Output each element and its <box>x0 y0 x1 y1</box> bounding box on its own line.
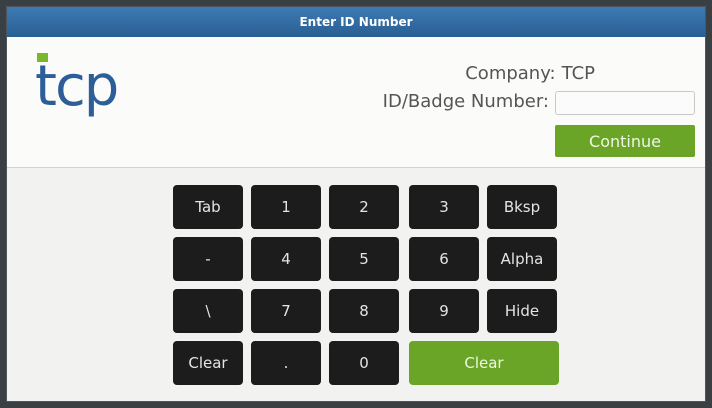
key-6[interactable]: 6 <box>409 237 479 281</box>
company-label: Company: <box>465 63 556 84</box>
continue-button[interactable]: Continue <box>555 125 695 157</box>
key-backslash[interactable]: \ <box>173 289 243 333</box>
company-line: Company: TCP <box>465 63 595 84</box>
dialog-title: Enter ID Number <box>7 7 705 37</box>
key-9[interactable]: 9 <box>409 289 479 333</box>
key-5[interactable]: 5 <box>329 237 399 281</box>
keypad: Tab 1 2 3 Bksp - 4 5 6 Alpha \ 7 8 9 Hid… <box>7 167 705 401</box>
key-alpha[interactable]: Alpha <box>487 237 557 281</box>
key-clear-small[interactable]: Clear <box>173 341 243 385</box>
id-badge-label: ID/Badge Number: <box>382 91 549 112</box>
key-8[interactable]: 8 <box>329 289 399 333</box>
key-4[interactable]: 4 <box>251 237 321 281</box>
key-tab[interactable]: Tab <box>173 185 243 229</box>
clear-button[interactable]: Clear <box>409 341 559 385</box>
id-badge-input[interactable] <box>555 91 695 115</box>
key-hide[interactable]: Hide <box>487 289 557 333</box>
enter-id-dialog: Enter ID Number tcp Company: TCP ID/Badge… <box>6 6 706 402</box>
key-dot[interactable]: . <box>251 341 321 385</box>
key-1[interactable]: 1 <box>251 185 321 229</box>
key-backspace[interactable]: Bksp <box>487 185 557 229</box>
company-value: TCP <box>561 63 595 84</box>
key-7[interactable]: 7 <box>251 289 321 333</box>
key-dash[interactable]: - <box>173 237 243 281</box>
key-2[interactable]: 2 <box>329 185 399 229</box>
key-3[interactable]: 3 <box>409 185 479 229</box>
key-0[interactable]: 0 <box>329 341 399 385</box>
header-panel: tcp Company: TCP ID/Badge Number: Continu… <box>7 37 705 168</box>
tcp-logo: tcp <box>35 54 119 119</box>
